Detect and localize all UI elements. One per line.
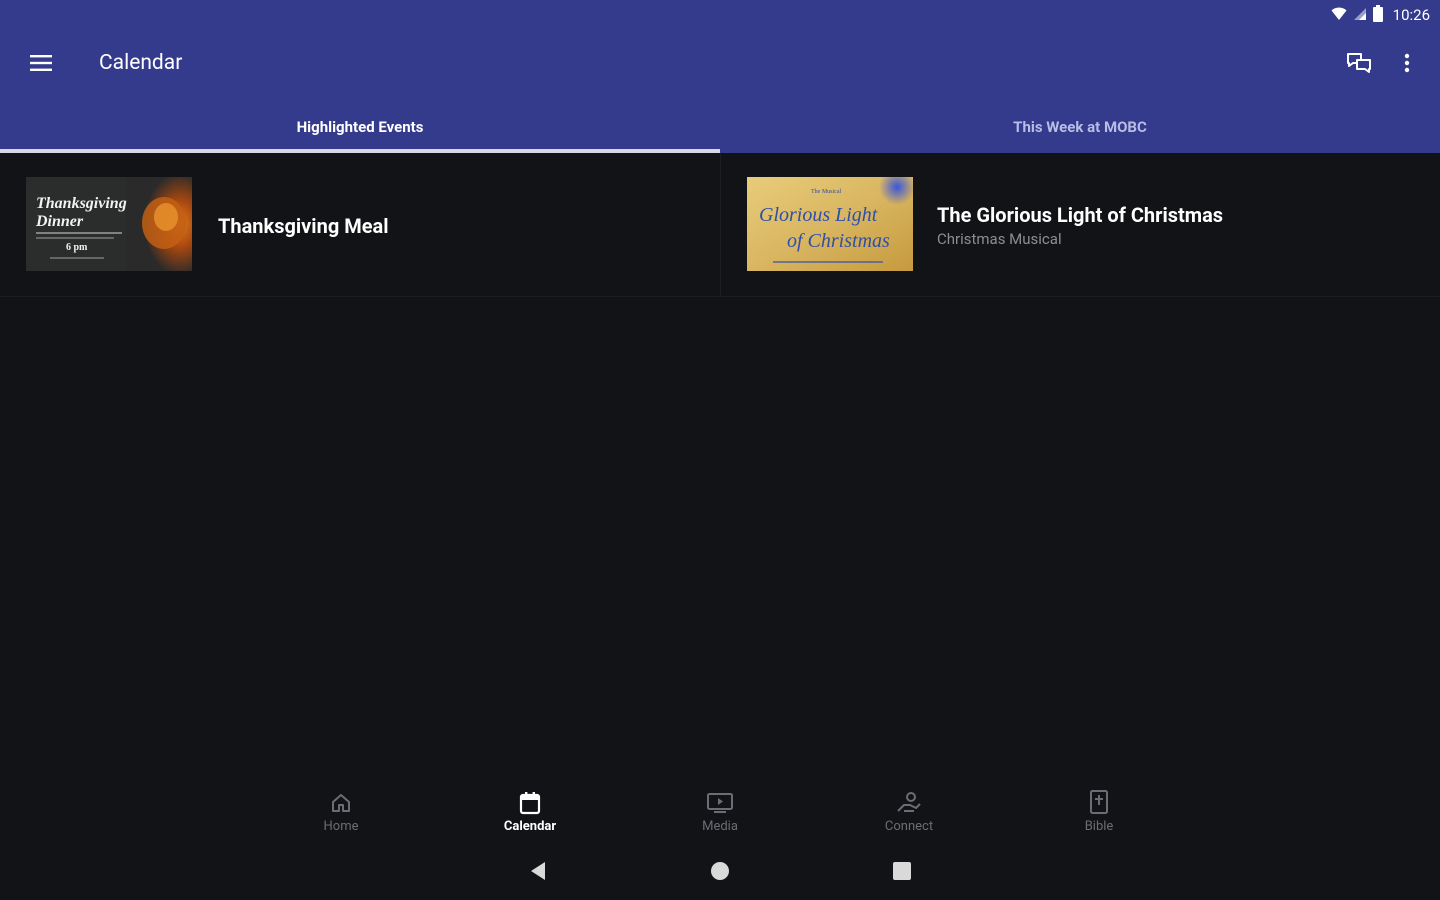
chat-icon (1346, 52, 1372, 78)
thumbnail-text-line2: Dinner (35, 213, 84, 230)
event-title: Thanksgiving Meal (218, 214, 389, 238)
nav-item-bible[interactable]: Bible (1049, 790, 1149, 842)
app-root: 10:26 Calendar Highlighted Events This W… (0, 0, 1440, 900)
signal-icon (1353, 6, 1367, 25)
back-icon (529, 861, 547, 885)
chat-button[interactable] (1338, 45, 1380, 85)
calendar-icon (517, 790, 543, 816)
page-title: Calendar (99, 51, 183, 75)
event-card-thanksgiving[interactable]: Thanksgiving Dinner 6 pm Thanksgiving Me… (0, 153, 720, 297)
nav-item-media[interactable]: Media (670, 790, 770, 842)
menu-button[interactable] (20, 45, 62, 85)
nav-item-calendar[interactable]: Calendar (480, 790, 580, 842)
system-nav-bar (0, 848, 1440, 900)
nav-label: Media (702, 819, 738, 834)
tab-bar: Highlighted Events This Week at MOBC (0, 100, 1440, 153)
tab-highlighted-events[interactable]: Highlighted Events (0, 100, 720, 153)
nav-label: Calendar (503, 819, 557, 834)
thumbnail-text-line1: The Musical (811, 189, 841, 195)
thumbnail-text-line3: of Christmas (787, 230, 890, 252)
more-vert-icon (1404, 53, 1410, 77)
bottom-nav: Home Calendar Media Connect Bible (0, 780, 1440, 842)
home-circle-icon (710, 861, 730, 885)
media-tv-icon (707, 790, 733, 816)
system-back-button[interactable] (520, 858, 556, 888)
wifi-icon (1331, 6, 1347, 25)
system-home-button[interactable] (702, 858, 738, 888)
status-time: 10:26 (1392, 6, 1430, 24)
status-bar: 10:26 (0, 0, 1440, 30)
event-subtitle: Christmas Musical (937, 230, 1062, 248)
thumbnail-text-line3: 6 pm (66, 242, 88, 253)
event-thumbnail: Thanksgiving Dinner 6 pm (26, 177, 192, 271)
connect-hand-icon (896, 790, 922, 816)
event-card-christmas[interactable]: The Musical Glorious Light of Christmas … (720, 153, 1440, 297)
home-icon (328, 790, 354, 816)
nav-label: Home (323, 819, 359, 834)
system-recents-button[interactable] (884, 858, 920, 888)
tab-label: Highlighted Events (296, 117, 424, 136)
thumbnail-text-line1: Thanksgiving (36, 195, 127, 212)
thumbnail-text-line2: Glorious Light (759, 204, 878, 226)
nav-label: Connect (884, 819, 934, 834)
event-list: Thanksgiving Dinner 6 pm Thanksgiving Me… (0, 153, 1440, 297)
status-icons: 10:26 (1331, 4, 1430, 26)
event-title: The Glorious Light of Christmas (937, 203, 1224, 227)
event-thumbnail: The Musical Glorious Light of Christmas (747, 177, 913, 271)
tab-this-week[interactable]: This Week at MOBC (720, 100, 1440, 153)
recents-icon (892, 861, 912, 885)
battery-icon (1372, 4, 1383, 26)
nav-item-home[interactable]: Home (291, 790, 391, 842)
nav-label: Bible (1084, 819, 1114, 834)
hamburger-menu-icon (30, 55, 52, 75)
bible-icon (1086, 790, 1112, 816)
app-bar: Calendar (0, 30, 1440, 100)
tab-label: This Week at MOBC (1013, 117, 1147, 136)
more-options-button[interactable] (1388, 45, 1426, 85)
nav-item-connect[interactable]: Connect (859, 790, 959, 842)
